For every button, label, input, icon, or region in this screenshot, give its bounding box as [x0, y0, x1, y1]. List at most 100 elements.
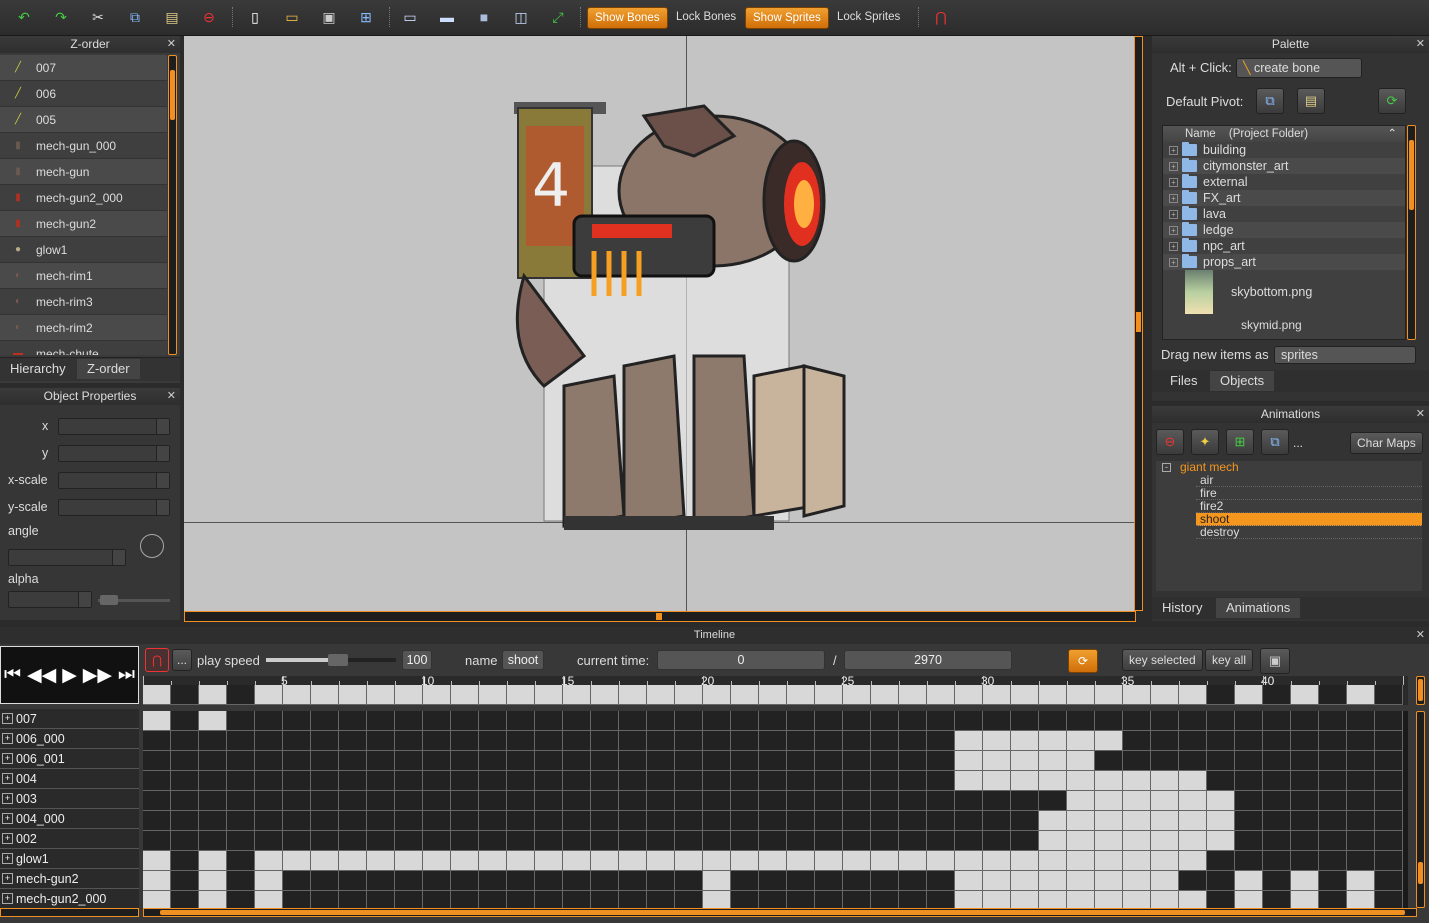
keyframe-cell[interactable]	[143, 711, 171, 731]
total-time-field[interactable]: 2970	[844, 650, 1012, 670]
empty-frame-cell[interactable]	[255, 811, 283, 831]
empty-frame-cell[interactable]	[1291, 791, 1319, 811]
empty-frame-cell[interactable]	[1095, 711, 1123, 731]
empty-frame-cell[interactable]	[423, 711, 451, 731]
folder-list[interactable]: + building + citymonster_art + external + FX_ar…	[1163, 142, 1405, 270]
empty-frame-cell[interactable]	[815, 711, 843, 731]
empty-frame-cell[interactable]	[1347, 851, 1375, 871]
ruler-key-cell[interactable]	[479, 685, 507, 705]
ruler-key-cell[interactable]	[1095, 685, 1123, 705]
empty-frame-cell[interactable]	[1319, 791, 1347, 811]
empty-frame-cell[interactable]	[815, 811, 843, 831]
ruler-key-cell[interactable]	[1235, 685, 1263, 705]
empty-frame-cell[interactable]	[1347, 831, 1375, 851]
keyframe-cell[interactable]	[1207, 791, 1235, 811]
empty-frame-cell[interactable]	[1235, 811, 1263, 831]
window-icon[interactable]: ▭	[398, 6, 422, 28]
empty-frame-cell[interactable]	[1319, 751, 1347, 771]
empty-frame-cell[interactable]	[647, 771, 675, 791]
empty-frame-cell[interactable]	[367, 731, 395, 751]
empty-frame-cell[interactable]	[283, 811, 311, 831]
track-list[interactable]: 007006_000006_001004003004_000002glow1me…	[0, 709, 139, 909]
folder-row[interactable]: + ledge	[1163, 222, 1405, 238]
keyframe-cell[interactable]	[955, 771, 983, 791]
empty-frame-cell[interactable]	[1039, 711, 1067, 731]
empty-frame-cell[interactable]	[283, 731, 311, 751]
empty-frame-cell[interactable]	[311, 791, 339, 811]
current-time-field[interactable]: 0	[657, 650, 825, 670]
empty-frame-cell[interactable]	[1207, 731, 1235, 751]
play-icon[interactable]: ▶	[62, 664, 77, 687]
track-keyframe-row[interactable]	[143, 851, 1408, 871]
empty-frame-cell[interactable]	[899, 731, 927, 751]
empty-frame-cell[interactable]	[983, 811, 1011, 831]
empty-frame-cell[interactable]	[815, 771, 843, 791]
empty-frame-cell[interactable]	[143, 731, 171, 751]
empty-frame-cell[interactable]	[1291, 711, 1319, 731]
keyframe-cell[interactable]	[1011, 731, 1039, 751]
zorder-item[interactable]: ▮ mech-gun2	[0, 211, 167, 237]
step-back-icon[interactable]: ◀◀	[27, 664, 56, 687]
empty-frame-cell[interactable]	[843, 831, 871, 851]
empty-frame-cell[interactable]	[423, 791, 451, 811]
ruler-key-cell[interactable]	[1179, 685, 1207, 705]
ruler-key-cell[interactable]	[171, 685, 199, 705]
track-label[interactable]: 003	[0, 789, 139, 809]
expand-icon[interactable]: +	[1169, 257, 1178, 267]
empty-frame-cell[interactable]	[199, 791, 227, 811]
empty-frame-cell[interactable]	[367, 891, 395, 908]
folder-row[interactable]: + lava	[1163, 206, 1405, 222]
empty-frame-cell[interactable]	[451, 811, 479, 831]
track-label[interactable]: mech-gun2_000	[0, 889, 139, 909]
ruler-key-cell[interactable]	[227, 685, 255, 705]
keyframe-cell[interactable]	[1179, 891, 1207, 908]
empty-frame-cell[interactable]	[619, 871, 647, 891]
folder-row[interactable]: + external	[1163, 174, 1405, 190]
ruler-key-cell[interactable]	[1067, 685, 1095, 705]
ruler-key-cell[interactable]	[1039, 685, 1067, 705]
window-dark-icon[interactable]: ▬	[435, 6, 459, 28]
expand-icon[interactable]: +	[1169, 209, 1178, 219]
empty-frame-cell[interactable]	[367, 771, 395, 791]
keyframe-cell[interactable]	[1179, 811, 1207, 831]
empty-frame-cell[interactable]	[535, 831, 563, 851]
grid-h-scrollbar[interactable]	[143, 908, 1417, 917]
empty-frame-cell[interactable]	[1123, 711, 1151, 731]
track-keyframe-row[interactable]	[143, 791, 1408, 811]
ruler-key-cell[interactable]	[871, 685, 899, 705]
track-label[interactable]: mech-gun2	[0, 869, 139, 889]
empty-frame-cell[interactable]	[227, 831, 255, 851]
empty-frame-cell[interactable]	[227, 711, 255, 731]
empty-frame-cell[interactable]	[283, 891, 311, 908]
empty-frame-cell[interactable]	[171, 771, 199, 791]
keyframe-cell[interactable]	[1123, 851, 1151, 871]
empty-frame-cell[interactable]	[479, 711, 507, 731]
folder-row[interactable]: + props_art	[1163, 254, 1405, 270]
canvas-h-scroll-thumb[interactable]	[656, 613, 662, 620]
ruler-key-cell[interactable]	[843, 685, 871, 705]
keyframe-cell[interactable]	[1039, 831, 1067, 851]
empty-frame-cell[interactable]	[1375, 851, 1403, 871]
keyframe-cell[interactable]	[1039, 891, 1067, 908]
grid-v-scrollbar[interactable]	[1416, 711, 1425, 908]
keyframe-cell[interactable]	[815, 851, 843, 871]
keyframe-cell[interactable]	[1151, 771, 1179, 791]
scene-canvas[interactable]: 4	[184, 36, 1143, 622]
empty-frame-cell[interactable]	[759, 731, 787, 751]
keyframe-cell[interactable]	[619, 851, 647, 871]
ruler-key-cell[interactable]	[1011, 685, 1039, 705]
keyframe-cell[interactable]	[871, 851, 899, 871]
empty-frame-cell[interactable]	[395, 831, 423, 851]
empty-frame-cell[interactable]	[1207, 851, 1235, 871]
empty-frame-cell[interactable]	[675, 731, 703, 751]
keyframe-cell[interactable]	[311, 851, 339, 871]
ruler-key-cell[interactable]	[1375, 685, 1403, 705]
track-label[interactable]: 006_001	[0, 749, 139, 769]
keyframe-cell[interactable]	[1151, 871, 1179, 891]
angle-dial[interactable]	[140, 534, 164, 558]
empty-frame-cell[interactable]	[451, 731, 479, 751]
keyframe-cell[interactable]	[199, 891, 227, 908]
empty-frame-cell[interactable]	[339, 751, 367, 771]
zorder-item[interactable]: ◐ mech-rim3	[0, 289, 167, 315]
empty-frame-cell[interactable]	[1263, 711, 1291, 731]
